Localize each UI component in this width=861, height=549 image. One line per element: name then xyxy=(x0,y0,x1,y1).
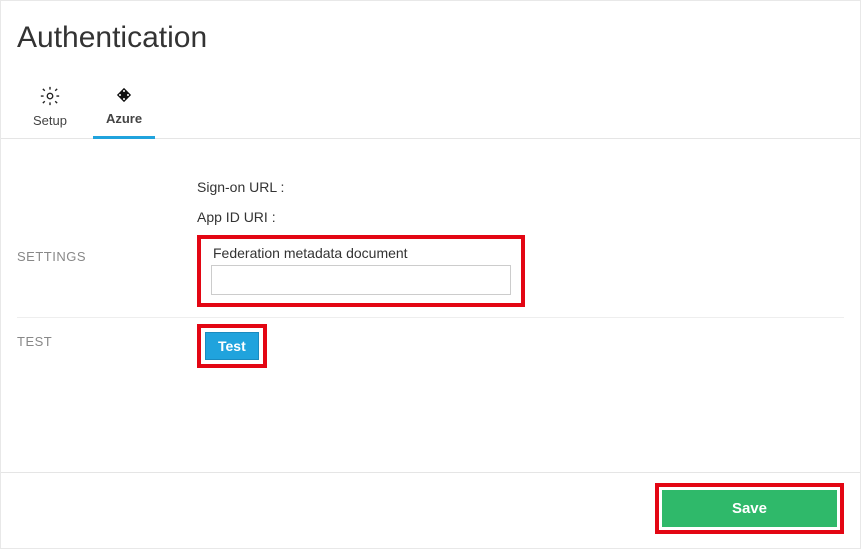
tab-setup-label: Setup xyxy=(25,113,75,128)
test-section: TEST Test xyxy=(17,318,844,378)
footer: Save xyxy=(1,472,860,548)
federation-input[interactable] xyxy=(211,265,511,295)
save-button[interactable]: Save xyxy=(662,490,837,527)
tab-azure-label: Azure xyxy=(99,111,149,126)
page-title: Authentication xyxy=(17,21,860,55)
settings-section-label: SETTINGS xyxy=(17,179,197,307)
tabs: Setup Azure xyxy=(1,85,860,139)
test-button[interactable]: Test xyxy=(205,332,259,360)
federation-highlight: Federation metadata document xyxy=(197,235,525,307)
tab-azure[interactable]: Azure xyxy=(99,85,149,138)
app-id-uri-label: App ID URI : xyxy=(197,209,276,225)
signon-url-label: Sign-on URL : xyxy=(197,179,284,195)
tab-setup[interactable]: Setup xyxy=(25,85,75,138)
save-highlight: Save xyxy=(655,483,844,534)
settings-section: SETTINGS Sign-on URL : App ID URI : Fede… xyxy=(17,169,844,318)
gear-icon xyxy=(25,85,75,107)
content: SETTINGS Sign-on URL : App ID URI : Fede… xyxy=(1,139,860,378)
test-highlight: Test xyxy=(197,324,267,368)
test-section-label: TEST xyxy=(17,328,197,368)
diamond-icon xyxy=(99,85,149,105)
federation-label: Federation metadata document xyxy=(211,243,511,265)
